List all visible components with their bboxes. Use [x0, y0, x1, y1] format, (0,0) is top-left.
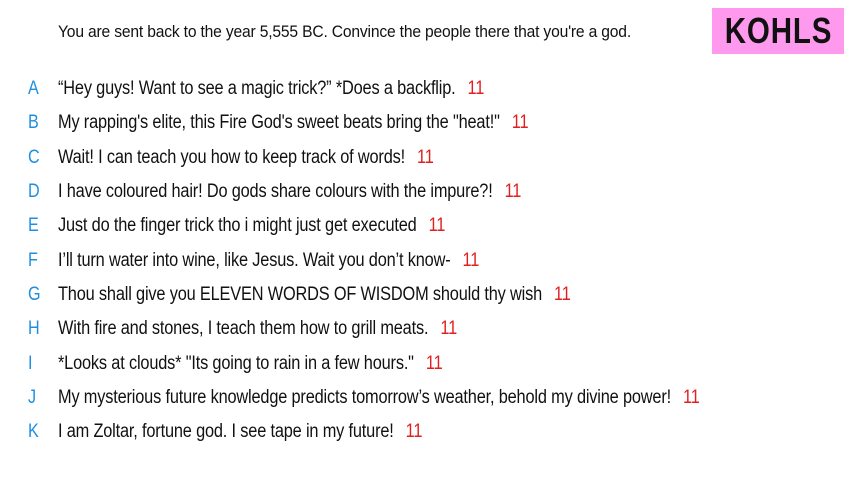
- answer-text: *Looks at clouds* "Its going to rain in …: [58, 352, 414, 374]
- answer-row: J My mysterious future knowledge predict…: [0, 381, 853, 415]
- answer-score: 11: [425, 352, 443, 374]
- answer-score: 11: [405, 421, 423, 443]
- answer-letter: B: [28, 112, 39, 134]
- answer-line: I have coloured hair! Do gods share colo…: [58, 181, 521, 203]
- answer-row: E Just do the finger trick tho i might j…: [0, 209, 853, 243]
- answer-score: 11: [440, 318, 457, 340]
- answer-letter: D: [28, 181, 40, 203]
- answer-text: “Hey guys! Want to see a magic trick?” *…: [58, 78, 456, 100]
- answer-letter: G: [28, 283, 41, 305]
- answer-line: My rapping's elite, this Fire God's swee…: [58, 112, 529, 134]
- answer-row: C Wait! I can teach you how to keep trac…: [0, 141, 853, 175]
- answer-row: I *Looks at clouds* "Its going to rain i…: [0, 346, 853, 380]
- answer-score: 11: [462, 249, 480, 271]
- answer-row: H With fire and stones, I teach them how…: [0, 312, 853, 346]
- answer-text: My mysterious future knowledge predicts …: [58, 386, 671, 408]
- answer-row: K I am Zoltar, fortune god. I see tape i…: [0, 415, 853, 449]
- answer-line: With fire and stones, I teach them how t…: [58, 318, 457, 340]
- answer-text: My rapping's elite, this Fire God's swee…: [58, 112, 500, 134]
- answer-letter: A: [28, 78, 39, 100]
- answer-score: 11: [511, 112, 529, 134]
- answer-line: I’ll turn water into wine, like Jesus. W…: [58, 250, 479, 272]
- answer-letter: C: [28, 146, 40, 168]
- answer-text: I am Zoltar, fortune god. I see tape in …: [58, 421, 394, 443]
- answer-score: 11: [554, 283, 571, 305]
- answer-line: Just do the finger trick tho i might jus…: [58, 215, 445, 237]
- answer-line: Wait! I can teach you how to keep track …: [58, 147, 434, 169]
- answer-row: D I have coloured hair! Do gods share co…: [0, 175, 853, 209]
- answer-list: A “Hey guys! Want to see a magic trick?”…: [0, 72, 853, 449]
- answer-row: F I’ll turn water into wine, like Jesus.…: [0, 243, 853, 277]
- answer-letter: J: [28, 386, 37, 408]
- team-name: KOHLS: [724, 10, 832, 51]
- answer-letter: H: [28, 318, 40, 340]
- answer-letter: I: [28, 352, 33, 374]
- team-badge: KOHLS: [712, 8, 844, 54]
- answer-letter: K: [28, 421, 39, 443]
- answer-score: 11: [428, 215, 446, 237]
- answer-line: *Looks at clouds* "Its going to rain in …: [58, 352, 443, 375]
- answer-text: With fire and stones, I teach them how t…: [58, 318, 429, 340]
- answer-row: G Thou shall give you ELEVEN WORDS OF WI…: [0, 278, 853, 312]
- answer-text: Thou shall give you ELEVEN WORDS OF WISD…: [58, 283, 543, 305]
- answer-score: 11: [417, 146, 434, 168]
- answer-text: I’ll turn water into wine, like Jesus. W…: [58, 249, 451, 271]
- answer-line: I am Zoltar, fortune god. I see tape in …: [58, 421, 422, 443]
- answer-score: 11: [504, 181, 522, 203]
- answer-line: My mysterious future knowledge predicts …: [58, 387, 700, 409]
- question-prompt: You are sent back to the year 5,555 BC. …: [58, 22, 631, 41]
- answer-row: B My rapping's elite, this Fire God's sw…: [0, 106, 853, 140]
- answer-text: Just do the finger trick tho i might jus…: [58, 215, 417, 237]
- answer-score: 11: [683, 386, 700, 408]
- answer-line: “Hey guys! Want to see a magic trick?” *…: [58, 78, 484, 100]
- answer-row: A “Hey guys! Want to see a magic trick?”…: [0, 72, 853, 106]
- answer-letter: F: [28, 249, 38, 271]
- answer-text: I have coloured hair! Do gods share colo…: [58, 181, 493, 203]
- answer-text: Wait! I can teach you how to keep track …: [58, 146, 405, 168]
- answer-letter: E: [28, 215, 39, 237]
- answer-score: 11: [467, 78, 485, 100]
- answer-line: Thou shall give you ELEVEN WORDS OF WISD…: [58, 284, 571, 306]
